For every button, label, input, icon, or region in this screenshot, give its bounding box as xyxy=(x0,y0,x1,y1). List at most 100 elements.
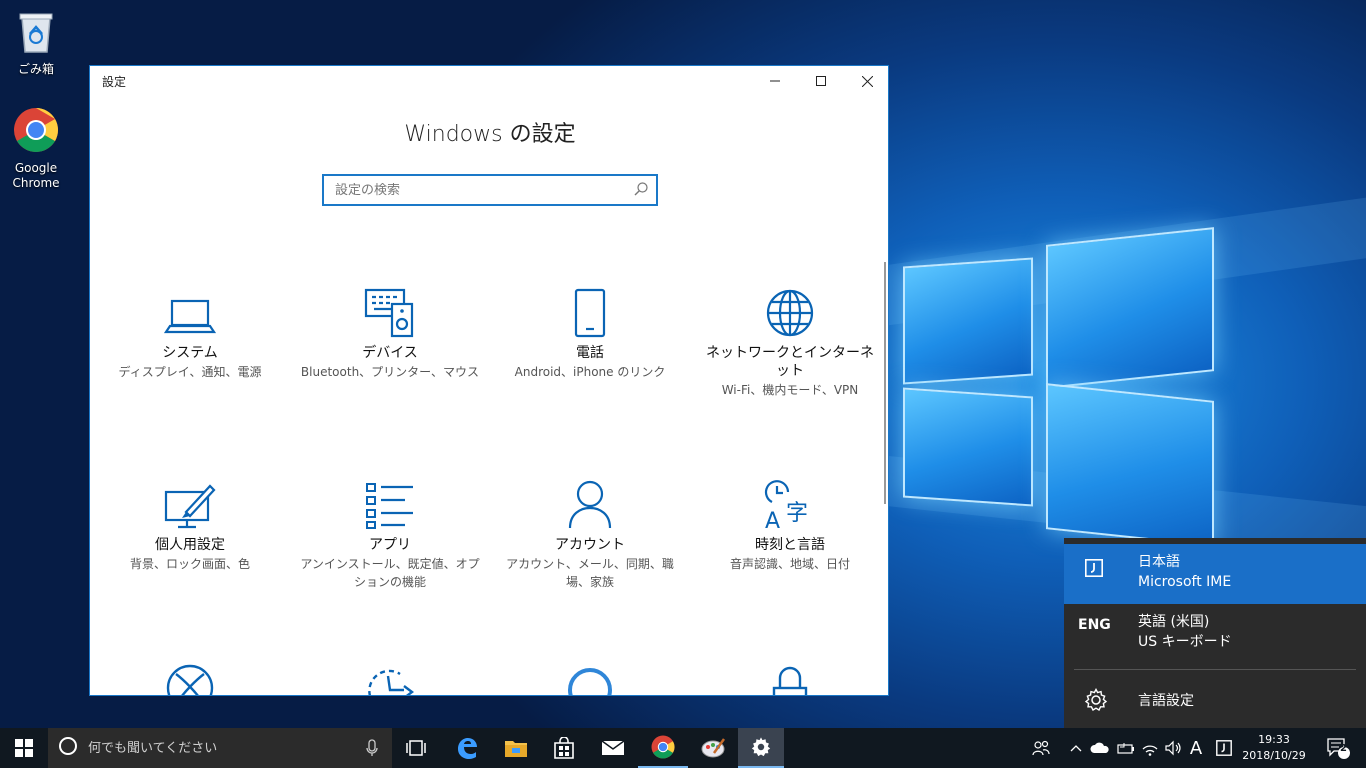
window-pane xyxy=(1046,227,1214,389)
taskbar-paint[interactable] xyxy=(688,728,738,768)
tile-description: ディスプレイ、通知、電源 xyxy=(118,365,262,379)
tile-name: デバイス xyxy=(362,345,418,361)
taskbar: A 19:33 2018/10/29 2 xyxy=(0,728,1366,768)
lock-icon[interactable] xyxy=(764,666,816,695)
clock-date: 2018/10/29 xyxy=(1242,749,1306,762)
maximize-button[interactable] xyxy=(798,66,844,96)
gear-icon xyxy=(1084,688,1108,716)
tile-name: ネットワークとインターネット xyxy=(706,345,874,379)
tile-time-language[interactable]: A字 時刻と言語 音声認識、地域、日付 xyxy=(700,474,880,573)
language-item-japanese[interactable]: 日本語 Microsoft IME xyxy=(1064,544,1366,604)
onedrive-cloud-icon[interactable] xyxy=(1088,728,1112,768)
cortana-ring-icon[interactable] xyxy=(564,666,616,695)
gear-icon xyxy=(751,737,771,757)
chrome-icon xyxy=(0,107,72,157)
mail-icon xyxy=(601,740,625,755)
taskbar-store[interactable] xyxy=(540,728,588,768)
xbox-icon[interactable] xyxy=(164,664,216,695)
language-item-english[interactable]: ENG 英語 (米国) US キーボード xyxy=(1064,604,1366,664)
chevron-up-icon[interactable] xyxy=(1066,728,1086,768)
language-label: 日本語 Microsoft IME xyxy=(1138,552,1231,592)
desktop-icon-label: Google Chrome xyxy=(12,161,60,190)
microphone-icon[interactable] xyxy=(366,739,378,761)
scrollbar[interactable] xyxy=(884,262,886,504)
tile-personalization[interactable]: 個人用設定 背景、ロック画面、色 xyxy=(100,474,280,573)
tile-name: アプリ xyxy=(369,537,411,553)
start-button[interactable] xyxy=(0,728,48,768)
keyboard-name: US キーボード xyxy=(1138,634,1232,650)
recycle-bin-icon xyxy=(0,10,72,58)
cortana-search-input[interactable] xyxy=(88,740,348,756)
taskbar-file-explorer[interactable] xyxy=(492,728,540,768)
ime-j-icon xyxy=(1085,559,1103,581)
desktop-icon-label: ごみ箱 xyxy=(17,62,54,76)
action-center-button[interactable]: 2 xyxy=(1318,728,1358,768)
desktop-icon-chrome[interactable]: Google Chrome xyxy=(0,107,72,191)
tile-description: アカウント、メール、同期、職場、家族 xyxy=(506,557,674,589)
language-name: 日本語 xyxy=(1138,554,1180,570)
desktop-icon-recycle-bin[interactable]: ごみ箱 xyxy=(0,10,72,77)
settings-window: 設定 Windows の設定 システム ディスプレイ、通知、電源 デバイス Bl… xyxy=(89,65,889,696)
language-name: 英語 (米国) xyxy=(1138,614,1210,630)
paint-icon xyxy=(701,738,726,758)
tile-description: Bluetooth、プリンター、マウス xyxy=(300,365,480,379)
tile-description: Android、iPhone のリンク xyxy=(514,365,666,379)
taskbar-mail[interactable] xyxy=(588,728,638,768)
minimize-button[interactable] xyxy=(752,66,798,96)
chrome-icon xyxy=(651,735,675,759)
devices-icon xyxy=(300,282,480,338)
taskbar-settings[interactable] xyxy=(738,728,784,768)
tile-description: アンインストール、既定値、オプションの機能 xyxy=(300,557,480,589)
search-icon xyxy=(634,181,656,200)
tile-network[interactable]: ネットワークとインターネット Wi-Fi、機内モード、VPN xyxy=(700,282,880,399)
minimize-icon xyxy=(770,80,780,82)
taskbar-edge[interactable] xyxy=(442,728,492,768)
phone-icon xyxy=(500,282,680,338)
tile-description: 音声認識、地域、日付 xyxy=(729,557,850,571)
title-bar[interactable]: 設定 xyxy=(90,66,888,96)
personalization-icon xyxy=(100,474,280,530)
ime-j-icon[interactable] xyxy=(1212,728,1236,768)
time-language-icon: A字 xyxy=(700,474,880,530)
tile-devices[interactable]: デバイス Bluetooth、プリンター、マウス xyxy=(300,282,480,381)
battery-icon[interactable] xyxy=(1113,728,1137,768)
language-settings-label: 言語設定 xyxy=(1138,693,1194,709)
language-flyout: 日本語 Microsoft IME ENG 英語 (米国) US キーボード 言… xyxy=(1064,538,1366,728)
edge-icon xyxy=(458,738,477,759)
close-button[interactable] xyxy=(844,66,888,96)
divider xyxy=(1074,669,1356,670)
tile-phone[interactable]: 電話 Android、iPhone のリンク xyxy=(500,282,680,381)
tile-description: 背景、ロック画面、色 xyxy=(129,557,250,571)
maximize-icon xyxy=(816,76,826,86)
tile-apps[interactable]: アプリ アンインストール、既定値、オプションの機能 xyxy=(300,474,480,591)
settings-search[interactable] xyxy=(322,174,658,206)
tile-system[interactable]: システム ディスプレイ、通知、電源 xyxy=(100,282,280,381)
window-pane xyxy=(903,257,1033,385)
search-input[interactable] xyxy=(324,182,634,198)
language-settings-link[interactable]: 言語設定 xyxy=(1064,680,1366,720)
tile-accounts[interactable]: アカウント アカウント、メール、同期、職場、家族 xyxy=(500,474,680,591)
window-title: 設定 xyxy=(102,74,127,89)
tile-name: システム xyxy=(162,345,218,361)
update-sync-icon[interactable] xyxy=(364,666,416,695)
laptop-icon xyxy=(100,282,280,338)
cortana-search-box[interactable] xyxy=(48,728,392,768)
clock-time: 19:33 xyxy=(1258,733,1290,746)
task-view-button[interactable] xyxy=(392,728,440,768)
notification-count: 2 xyxy=(1340,743,1347,754)
svg-text:A: A xyxy=(765,509,780,530)
apps-list-icon xyxy=(300,474,480,530)
people-icon[interactable] xyxy=(1028,728,1054,768)
page-title: Windows の設定 xyxy=(404,122,576,147)
cortana-icon xyxy=(58,736,78,760)
language-code: ENG xyxy=(1078,617,1111,633)
tile-name: 個人用設定 xyxy=(155,537,225,553)
wifi-icon[interactable] xyxy=(1138,728,1162,768)
ime-mode-indicator[interactable]: A xyxy=(1185,728,1207,768)
tile-name: 時刻と言語 xyxy=(755,537,825,553)
store-icon xyxy=(554,737,574,759)
taskbar-chrome[interactable] xyxy=(638,728,688,768)
volume-icon[interactable] xyxy=(1161,728,1185,768)
taskbar-clock[interactable]: 19:33 2018/10/29 xyxy=(1240,732,1308,764)
tile-name: 電話 xyxy=(576,345,604,361)
